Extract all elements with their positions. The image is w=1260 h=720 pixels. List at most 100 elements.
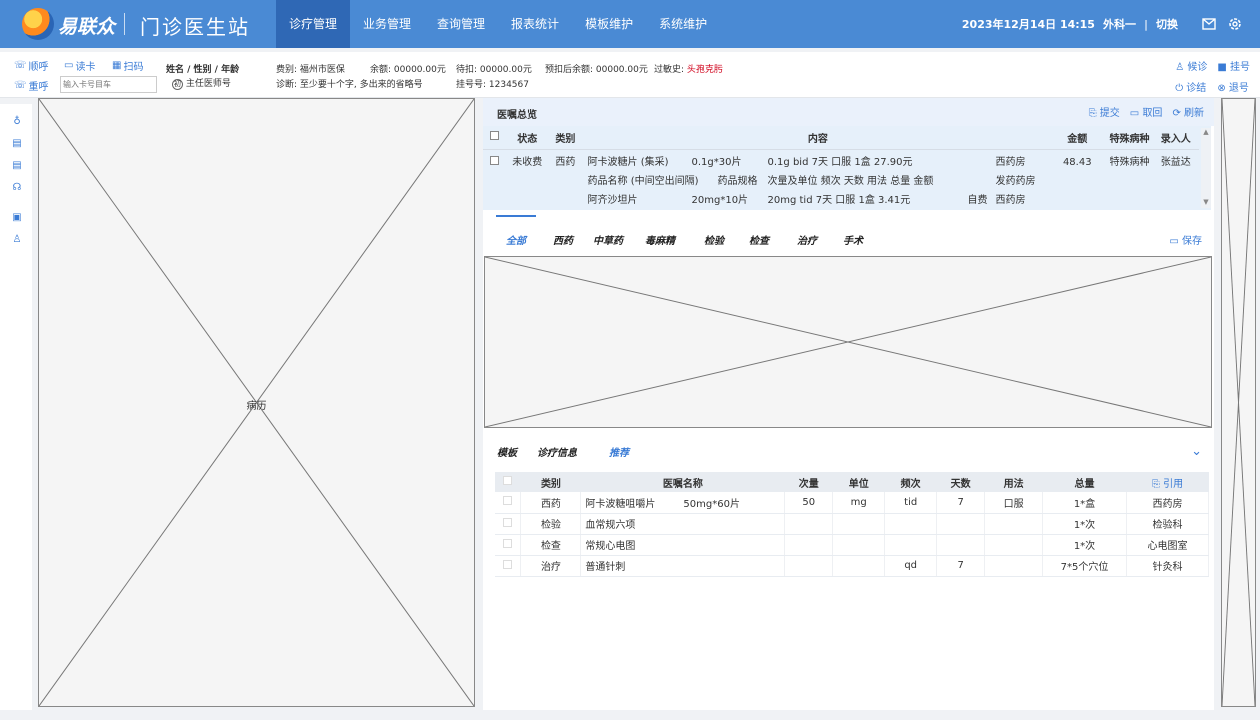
row-status: 未收费 <box>512 156 543 168</box>
ear-icon[interactable]: ☊ <box>10 182 24 196</box>
call-icon: ☏ <box>14 60 27 71</box>
row-frequency: qd <box>884 555 938 577</box>
row-order-name: 普通针刺 <box>580 555 786 577</box>
row-content: 阿卡波糖片 (集采) 0.1g*30片 0.1g bid 7天 口服 1盒 27… <box>582 149 1055 210</box>
brand-logo <box>22 8 54 40</box>
nav-business[interactable]: 业务管理 <box>350 0 424 48</box>
cancel-registration-button[interactable]: ⊗ 退号 <box>1217 79 1250 94</box>
col-total: 总量 <box>1042 472 1127 492</box>
order-entry-panel[interactable] <box>484 256 1212 428</box>
nav-system[interactable]: 系统维护 <box>646 0 720 48</box>
fee-type: 费别: 福州市医保 <box>276 65 345 75</box>
row-dose <box>784 513 834 535</box>
select-all-checkbox[interactable] <box>483 126 506 150</box>
nav-report[interactable]: 报表统计 <box>498 0 572 48</box>
col-amount: 金额 <box>1054 126 1101 150</box>
finish-visit-button[interactable]: ⏻ 诊结 <box>1175 79 1207 94</box>
tab-herbal[interactable]: 中草药 <box>593 232 623 247</box>
right-side-panel[interactable] <box>1221 98 1256 707</box>
orders-scrollbar[interactable]: ▲ ▼ <box>1201 128 1211 208</box>
row-category: 治疗 <box>520 555 582 577</box>
card-number-input[interactable] <box>60 76 157 93</box>
allergy-history: 过敏史: 头孢克肟 <box>654 65 723 75</box>
nav-template[interactable]: 模板维护 <box>572 0 646 48</box>
tab-visit-info[interactable]: 诊疗信息 <box>537 444 577 459</box>
medical-record-panel[interactable]: 病历 <box>38 98 475 707</box>
scroll-down-icon[interactable]: ▼ <box>1201 198 1211 206</box>
select-all-checkbox[interactable] <box>495 472 521 492</box>
tab-surgery[interactable]: 手术 <box>843 232 863 247</box>
call-next-button[interactable]: ☏ 顺呼 <box>14 58 49 73</box>
row-checkbox[interactable] <box>495 513 522 535</box>
register-button[interactable]: ■ 挂号 <box>1217 58 1250 73</box>
recommendation-table: 类别 医嘱名称 次量 单位 频次 天数 用法 总量 ⎘ 引用 西药 阿卡波糖咀嚼… <box>495 472 1210 577</box>
orders-panel: 医嘱总览 ⎘ 提交 ▭ 取回 ⟳ 刷新 状态 类别 内容 金额 特殊病种 录入人 <box>483 98 1214 710</box>
row-total: 1*盒 <box>1042 492 1127 514</box>
settings-icon[interactable] <box>1226 15 1244 33</box>
medicine-box-icon[interactable]: ▣ <box>10 212 24 226</box>
collapse-chevron-icon[interactable]: ⌄ <box>1191 444 1202 459</box>
row-checkbox[interactable] <box>495 534 522 556</box>
row-checkbox[interactable] <box>495 555 522 577</box>
tab-treatment[interactable]: 治疗 <box>797 232 817 247</box>
recall-icon: ☏ <box>14 80 27 91</box>
tab-recommend[interactable]: 推荐 <box>609 444 629 459</box>
row-days: 7 <box>936 492 986 514</box>
col-route: 用法 <box>984 472 1043 492</box>
table-row[interactable]: 检验 血常规六项 1*次 检验科 <box>495 513 1210 535</box>
row-checkbox[interactable] <box>483 149 505 210</box>
header-right: 2023年12月14日 14:15 外科一 | 切换 <box>962 0 1244 48</box>
row-category: 检查 <box>520 534 582 556</box>
site-title: 门诊医生站 <box>140 15 250 39</box>
row-order-name: 阿卡波糖咀嚼片 50mg*60片 <box>580 492 786 514</box>
balance: 余额: 00000.00元 <box>370 65 446 75</box>
tab-western-medicine[interactable]: 西药 <box>553 232 573 247</box>
row-unit <box>832 534 886 556</box>
tab-lab-test[interactable]: 检验 <box>704 232 724 247</box>
tab-template[interactable]: 模板 <box>497 444 517 459</box>
retrieve-button[interactable]: ▭ 取回 <box>1130 104 1163 119</box>
refresh-button[interactable]: ⟳ 刷新 <box>1172 104 1204 119</box>
submit-button[interactable]: ⎘ 提交 <box>1089 104 1120 119</box>
table-row[interactable]: 未收费 西药 阿卡波糖片 (集采) 0.1g*30片 0.1g bid 7天 口… <box>483 149 1199 210</box>
tab-narcotics[interactable]: 毒麻精 <box>645 232 675 247</box>
mail-icon[interactable] <box>1200 15 1218 33</box>
col-category: 类别 <box>520 472 581 492</box>
nav-clinic[interactable]: 诊疗管理 <box>276 0 351 48</box>
orders-overview-title: 医嘱总览 <box>497 110 537 121</box>
tab-exam[interactable]: 检查 <box>749 232 769 247</box>
brand-name: 易联众 <box>58 16 116 38</box>
report-icon[interactable]: ▤ <box>10 160 24 174</box>
col-category: 类别 <box>549 126 582 150</box>
row-order-name: 血常规六项 <box>580 513 786 535</box>
first-visit-tag: 初 <box>172 79 183 90</box>
row-department: 检验科 <box>1126 513 1210 535</box>
switch-department-button[interactable]: 切换 <box>1156 16 1178 32</box>
recall-button[interactable]: ☏ 重呼 <box>14 78 49 93</box>
nav-query[interactable]: 查询管理 <box>424 0 498 48</box>
save-button[interactable]: ▭ 保存 <box>1169 232 1202 247</box>
content-line: 药品名称 (中间空出间隔) 药品规格 次量及单位 频次 天数 用法 总量 金额 … <box>587 175 1036 187</box>
user-icon[interactable]: ♙ <box>10 234 24 248</box>
row-days: 7 <box>936 555 986 577</box>
row-checkbox[interactable] <box>495 492 522 514</box>
cite-button[interactable]: ⎘ 引用 <box>1126 472 1209 492</box>
table-row[interactable]: 治疗 普通针刺 qd 7 7*5个穴位 针灸科 <box>495 555 1210 577</box>
queue-tools: ♙ 候诊 ■ 挂号 ⏻ 诊结 ⊗ 退号 <box>1175 58 1250 94</box>
left-icon-sidebar: ♁ ▤ ▤ ☊ ▣ ♙ <box>0 104 32 710</box>
scan-button[interactable]: ▦ 扫码 <box>112 58 143 73</box>
balance-after-deduction: 预扣后余额: 00000.00元 <box>545 65 648 75</box>
row-route <box>984 534 1044 556</box>
row-total: 7*5个穴位 <box>1042 555 1127 577</box>
table-row[interactable]: 西药 阿卡波糖咀嚼片 50mg*60片 50 mg tid 7 口服 1*盒 西药… <box>495 492 1210 514</box>
scroll-up-icon[interactable]: ▲ <box>1201 128 1211 136</box>
stethoscope-icon[interactable]: ♁ <box>10 116 24 130</box>
waiting-button[interactable]: ♙ 候诊 <box>1175 58 1207 73</box>
table-row[interactable]: 检查 常规心电图 1*次 心电图室 <box>495 534 1210 556</box>
tab-all[interactable]: 全部 <box>506 232 526 247</box>
row-department: 西药房 <box>1126 492 1210 514</box>
read-card-button[interactable]: ▭ 读卡 <box>64 58 95 73</box>
row-category: 西药 <box>555 156 576 168</box>
header-divider <box>124 13 125 35</box>
document-icon[interactable]: ▤ <box>10 138 24 152</box>
